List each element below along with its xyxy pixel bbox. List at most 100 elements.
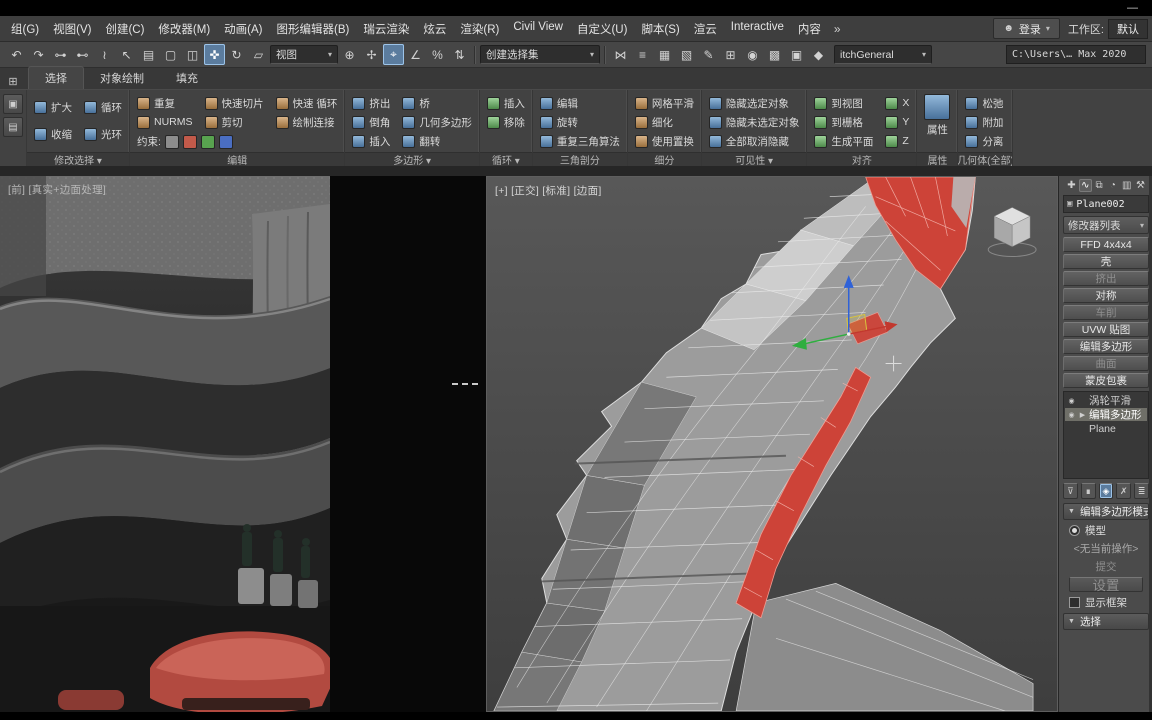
menu-item[interactable]: 渲云: [687, 21, 724, 37]
modifier-preset-button[interactable]: FFD 4x4x4: [1063, 237, 1149, 252]
menu-item[interactable]: 图形编辑器(B): [270, 21, 357, 37]
menu-item[interactable]: 组(G): [4, 21, 46, 37]
reference-coordinate-combo[interactable]: 视图 ▾: [270, 45, 338, 64]
pin-stack-icon[interactable]: ⊽: [1063, 483, 1078, 499]
left-viewport-canvas[interactable]: [前] [真实+边面处理]: [0, 176, 486, 712]
ribbon-group-label[interactable]: 对齐: [807, 152, 917, 166]
window-crossing-icon[interactable]: ◫: [182, 44, 203, 65]
ribbon-button[interactable]: 倒角: [352, 113, 390, 131]
undo-icon[interactable]: ↶: [6, 44, 27, 65]
material-editor-icon[interactable]: ◉: [742, 44, 763, 65]
ribbon-button[interactable]: 剪切: [204, 113, 264, 131]
constraint-normal-icon[interactable]: [218, 134, 233, 149]
select-by-name-icon[interactable]: ▤: [138, 44, 159, 65]
modifier-preset-button[interactable]: 壳: [1063, 254, 1149, 269]
ribbon-button[interactable]: 挤出: [352, 94, 390, 112]
use-pivot-center-icon[interactable]: ⊕: [339, 44, 360, 65]
modifier-preset-button[interactable]: 车削: [1063, 305, 1149, 320]
ribbon-group-label[interactable]: 几何体(全部): [958, 152, 1013, 166]
curve-editor-icon[interactable]: ✎: [698, 44, 719, 65]
select-and-link-icon[interactable]: ⊶: [50, 44, 71, 65]
graphite-ribbon-icon[interactable]: ▧: [676, 44, 697, 65]
select-object-icon[interactable]: ↖: [116, 44, 137, 65]
align-icon[interactable]: ≡: [632, 44, 653, 65]
menu-item[interactable]: 视图(V): [46, 21, 98, 37]
snaps-toggle-icon[interactable]: ⌖: [383, 44, 404, 65]
ribbon-button[interactable]: 网格平滑: [634, 94, 694, 112]
menu-item[interactable]: 瑞云渲染: [356, 21, 416, 37]
angle-snap-icon[interactable]: ∠: [405, 44, 426, 65]
ribbon-group-label[interactable]: 修改选择 ▾: [27, 152, 129, 166]
menu-item[interactable]: 修改器(M): [151, 21, 217, 37]
constraint-face-icon[interactable]: [200, 134, 215, 149]
rollout-edit-poly-mode[interactable]: ▼ 编辑多边形模式: [1063, 503, 1149, 520]
render-production-icon[interactable]: ◆: [808, 44, 829, 65]
ribbon-group-label[interactable]: 细分: [627, 152, 701, 166]
percent-snap-icon[interactable]: %: [427, 44, 448, 65]
mirror-icon[interactable]: ⋈: [610, 44, 631, 65]
ribbon-button[interactable]: X: [885, 94, 909, 112]
render-setup-icon[interactable]: ▩: [764, 44, 785, 65]
ribbon-button[interactable]: 编辑: [539, 94, 620, 112]
viewport-label[interactable]: [+] [正交] [标准] [边面]: [495, 183, 602, 198]
constraint-none-icon[interactable]: [164, 134, 179, 149]
bind-to-space-warp-icon[interactable]: ≀: [94, 44, 115, 65]
model-mode-radio[interactable]: 模型: [1063, 523, 1149, 538]
schematic-view-icon[interactable]: ⊞: [720, 44, 741, 65]
create-tab-icon[interactable]: ✚: [1065, 179, 1078, 192]
workspace-value[interactable]: 默认: [1108, 18, 1148, 39]
ribbon-button[interactable]: 重复三角算法: [539, 132, 620, 150]
display-tab-icon[interactable]: ▥: [1120, 179, 1133, 192]
menu-item[interactable]: 动画(A): [217, 21, 269, 37]
ribbon-button[interactable]: NURMS: [137, 113, 193, 131]
ribbon-button[interactable]: 移除: [486, 113, 525, 131]
ribbon-button[interactable]: 属性: [924, 94, 951, 136]
configure-modifier-sets-icon[interactable]: ≣: [1134, 483, 1149, 499]
show-end-result-icon[interactable]: ∎: [1080, 483, 1096, 499]
menu-item[interactable]: 渲染(R): [453, 21, 506, 37]
select-and-scale-icon[interactable]: ▱: [248, 44, 269, 65]
ribbon-tab-object-paint[interactable]: 对象绘制: [84, 67, 160, 89]
select-and-rotate-icon[interactable]: ↻: [226, 44, 247, 65]
ribbon-button[interactable]: 插入: [486, 94, 525, 112]
modifier-preset-button[interactable]: 编辑多边形: [1063, 339, 1149, 354]
menu-item[interactable]: Interactive: [724, 21, 791, 37]
motion-tab-icon[interactable]: ◔: [1106, 179, 1119, 192]
menu-item[interactable]: 炫云: [416, 21, 453, 37]
modifier-preset-button[interactable]: 挤出: [1063, 271, 1149, 286]
modifier-preset-button[interactable]: 对称: [1063, 288, 1149, 303]
select-and-manipulate-icon[interactable]: ✢: [361, 44, 382, 65]
modifier-stack-item[interactable]: ◉ ▶ Plane: [1065, 422, 1147, 435]
menu-item[interactable]: 创建(C): [98, 21, 151, 37]
ribbon-button[interactable]: 桥: [402, 94, 472, 112]
show-cage-checkbox[interactable]: 显示框架: [1063, 595, 1149, 610]
general-switch-combo[interactable]: itchGeneral ▾: [834, 45, 932, 64]
object-name-field[interactable]: ▣ Plane002: [1063, 195, 1149, 213]
menu-item[interactable]: 自定义(U): [570, 21, 634, 37]
ribbon-button[interactable]: 全部取消隐藏: [708, 132, 800, 150]
ribbon-button[interactable]: 插入: [352, 132, 390, 150]
ribbon-tab-select[interactable]: 选择: [28, 66, 84, 89]
ribbon-button[interactable]: 隐藏选定对象: [708, 94, 800, 112]
ribbon-button[interactable]: 重复: [137, 94, 193, 112]
ribbon-button[interactable]: 附加: [965, 113, 1005, 131]
ribbon-button[interactable]: 扩大: [34, 94, 72, 120]
modifier-stack-item[interactable]: ◉ ▶ 涡轮平滑: [1065, 394, 1147, 407]
ribbon-button[interactable]: 旋转: [539, 113, 620, 131]
ribbon-button[interactable]: 循环: [84, 94, 122, 120]
ribbon-group-label[interactable]: 属性: [917, 152, 958, 166]
layer-manager-icon[interactable]: ▦: [654, 44, 675, 65]
ribbon-preview-icon[interactable]: ▣: [3, 94, 23, 114]
project-path-field[interactable]: C:\Users\… Max 2020: [1006, 45, 1146, 64]
unlink-selection-icon[interactable]: ⊷: [72, 44, 93, 65]
settings-button[interactable]: 设置: [1069, 577, 1143, 593]
ribbon-button[interactable]: 松弛: [965, 94, 1005, 112]
ribbon-button[interactable]: 几何多边形: [402, 113, 472, 131]
ribbon-group-label[interactable]: 可见性 ▾: [701, 152, 807, 166]
ribbon-button[interactable]: 收缩: [34, 121, 72, 147]
minimize-button[interactable]: —: [1127, 3, 1138, 14]
ribbon-button[interactable]: 快速 循环: [275, 94, 337, 112]
ribbon-button[interactable]: Y: [885, 113, 909, 131]
remove-modifier-icon[interactable]: ✗: [1116, 483, 1132, 499]
modifier-preset-button[interactable]: 曲面: [1063, 356, 1149, 371]
